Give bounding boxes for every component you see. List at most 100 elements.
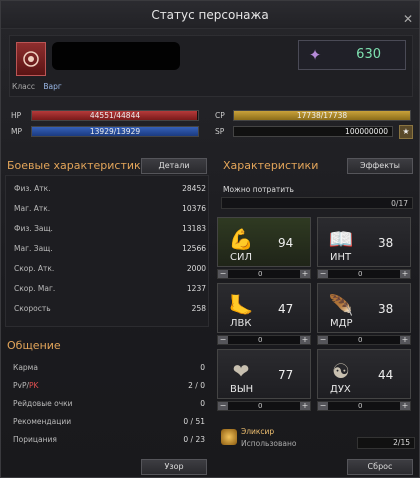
stat-label: Маг. Атк. [14, 204, 51, 213]
social-row: PvP/PK 2 / 0 [13, 381, 205, 390]
decrease-button[interactable]: − [318, 402, 328, 410]
stat-value: 13183 [182, 224, 206, 233]
sp-label: SP [215, 127, 225, 136]
attribute-stepper[interactable]: − 0 + [217, 401, 311, 411]
details-button[interactable]: Детали [141, 158, 207, 174]
effects-button[interactable]: Эффекты [347, 158, 413, 174]
attribute-value: 94 [278, 236, 294, 250]
view-button[interactable]: Узор [141, 459, 207, 475]
attribute-name: ДУХ [330, 384, 351, 395]
attribute-stepper[interactable]: − 0 + [317, 269, 411, 279]
attribute-name: СИЛ [230, 252, 252, 263]
class-label: Класс [12, 82, 35, 91]
stat-label: Физ. Атк. [14, 184, 51, 193]
spend-value: 0/17 [391, 199, 408, 208]
social-value: 0 / 51 [183, 417, 205, 426]
social-row: Порицания 0 / 23 [13, 435, 205, 444]
combat-stat-row: Физ. Защ. 13183 [14, 224, 206, 233]
social-label: Порицания [13, 435, 57, 444]
close-icon[interactable]: ✕ [403, 5, 413, 33]
attribute-value: 38 [378, 236, 394, 250]
sp-text: 100000000 [345, 127, 388, 136]
combat-stat-row: Скорость 258 [14, 304, 206, 313]
social-row: Рейдовые очки 0 [13, 399, 205, 408]
hp-bar: 44551/44844 [31, 110, 199, 121]
pk-label: PK [29, 381, 39, 390]
stepper-value: 0 [258, 270, 263, 278]
cp-label: CP [215, 111, 225, 120]
decrease-button[interactable]: − [318, 336, 328, 344]
hp-text: 44551/44844 [89, 111, 141, 120]
decrease-button[interactable]: − [218, 402, 228, 410]
stat-label: Маг. Защ. [14, 244, 53, 253]
attribute-name: ИНТ [330, 252, 352, 263]
attribute-tile: 🪶 МДР 38 [317, 283, 411, 333]
attribute-name: ЛВК [230, 318, 252, 329]
window-title-text: Статус персонажа [151, 8, 269, 22]
social-label: Рекомендации [13, 417, 72, 426]
social-value: 2 / 0 [188, 381, 205, 390]
elixir-row: Эликсир Использовано 2/15 [221, 425, 415, 453]
attribute-tile: 💪 СИЛ 94 [217, 217, 311, 267]
increase-button[interactable]: + [400, 402, 410, 410]
sp-bar: 100000000 [233, 126, 393, 137]
spend-label: Можно потратить [223, 185, 294, 194]
mp-bar: 13929/13929 [31, 126, 199, 137]
stat-value: 12566 [182, 244, 206, 253]
class-emblem-icon [16, 42, 46, 76]
hp-label: HP [11, 111, 22, 120]
combat-stat-row: Скор. Маг. 1237 [14, 284, 206, 293]
class-line: Класс Варг [12, 82, 62, 91]
decrease-button[interactable]: − [318, 270, 328, 278]
stat-value: 2000 [186, 264, 206, 273]
stat-value: 1237 [186, 284, 206, 293]
character-status-window: Статус персонажа ✕ Класс Варг ✦ 630 HP 4… [0, 0, 420, 478]
attribute-tile: ☯ ДУХ 44 [317, 349, 411, 399]
sp-bonus-icon[interactable]: ★ [399, 125, 413, 139]
increase-button[interactable]: + [400, 270, 410, 278]
spirit-icon: ☯ [332, 359, 350, 383]
stat-value: 10376 [182, 204, 206, 213]
window-title: Статус персонажа ✕ [1, 1, 419, 29]
increase-button[interactable]: + [300, 402, 310, 410]
attribute-name: ВЫН [230, 384, 254, 395]
attribute-stepper[interactable]: − 0 + [317, 401, 411, 411]
social-label: PvP/ [13, 381, 30, 390]
reset-button[interactable]: Сброс [347, 459, 413, 475]
combat-power-icon: ✦ [308, 46, 322, 64]
increase-button[interactable]: + [300, 270, 310, 278]
social-value: 0 [200, 363, 205, 372]
attribute-stepper[interactable]: − 0 + [217, 335, 311, 345]
character-header: Класс Варг ✦ 630 [9, 35, 413, 97]
increase-button[interactable]: + [300, 336, 310, 344]
combat-title: Боевые характеристики [7, 159, 148, 172]
heart-icon: ❤ [232, 359, 250, 383]
social-value: 0 [200, 399, 205, 408]
stepper-value: 0 [358, 270, 363, 278]
combat-stats-panel: Физ. Атк. 28452 Маг. Атк. 10376 Физ. Защ. 131… [5, 175, 209, 327]
stat-label: Скорость [14, 304, 51, 313]
attribute-stepper[interactable]: − 0 + [317, 335, 411, 345]
attribute-tile: 🦶 ЛВК 47 [217, 283, 311, 333]
social-panel: Карма 0 PvP/PK 2 / 0 Рейдовые очки 0 Рекоменда… [5, 357, 209, 449]
combat-power-value: 630 [356, 47, 381, 62]
attribute-value: 38 [378, 302, 394, 316]
attribute-name: МДР [330, 318, 353, 329]
attribute-stepper[interactable]: − 0 + [217, 269, 311, 279]
combat-power-box: ✦ 630 [298, 40, 406, 70]
combat-stat-row: Маг. Защ. 12566 [14, 244, 206, 253]
stat-label: Скор. Атк. [14, 264, 55, 273]
decrease-button[interactable]: − [218, 270, 228, 278]
cp-text: 17738/17738 [296, 111, 348, 120]
social-row: Карма 0 [13, 363, 205, 372]
combat-stat-row: Физ. Атк. 28452 [14, 184, 206, 193]
spend-bar: 0/17 [221, 197, 413, 209]
decrease-button[interactable]: − [218, 336, 228, 344]
attribute-tile: ❤ ВЫН 77 [217, 349, 311, 399]
increase-button[interactable]: + [400, 336, 410, 344]
social-value: 0 / 23 [183, 435, 205, 444]
elixir-count: 2/15 [357, 437, 415, 449]
stepper-value: 0 [258, 336, 263, 344]
feather-icon: 🪶 [328, 293, 354, 317]
elixir-name: Эликсир [241, 427, 275, 436]
